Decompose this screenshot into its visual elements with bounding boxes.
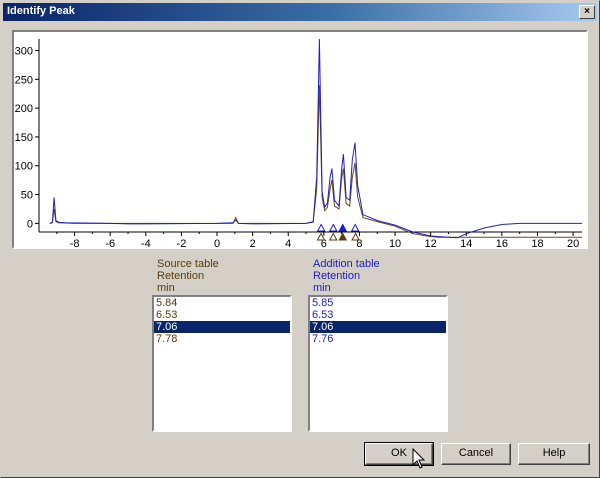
series-line — [49, 38, 582, 239]
addition-peak-marker — [338, 223, 348, 232]
x-tick-label: -4 — [141, 238, 151, 247]
y-tick-label: 100 — [15, 161, 33, 173]
identify-peak-dialog: Identify Peak × 0 50 100 150 200 250 300 -8 -6 -4… — [0, 0, 600, 478]
x-tick-label: 12 — [425, 238, 437, 247]
x-tick-label: 10 — [389, 238, 401, 247]
y-tick-label: 300 — [15, 46, 33, 58]
list-item[interactable]: 7.06 — [154, 321, 290, 333]
y-tick-label: 50 — [21, 190, 33, 202]
addition-unit-label: min — [313, 282, 331, 294]
series-line — [49, 85, 582, 238]
x-tick-label: 16 — [496, 238, 508, 247]
y-tick-label: 250 — [15, 74, 33, 86]
mouse-cursor-icon — [412, 448, 426, 469]
list-item[interactable]: 5.84 — [154, 297, 290, 309]
chromatogram-chart: 050100150200250300-8 -6 -4 -2 0 2 4 6 8 10 12 14 16 1… — [15, 38, 582, 247]
source-retention-list[interactable]: 5.84 6.53 7.06 7.78 — [152, 295, 292, 432]
x-tick-label: -2 — [177, 238, 187, 247]
y-tick-label: 200 — [15, 103, 33, 115]
x-tick-label: -6 — [105, 238, 115, 247]
source-unit-label: min — [157, 282, 175, 294]
list-item[interactable]: 7.78 — [154, 333, 290, 345]
source-retention-label: Retention — [157, 270, 205, 282]
addition-table-label: Addition table — [313, 258, 380, 270]
y-tick-label: 0 — [27, 218, 33, 230]
addition-retention-list[interactable]: 5.85 6.53 7.06 7.76 — [308, 295, 448, 432]
x-tick-label: -8 — [70, 238, 80, 247]
source-table-label: Source table — [157, 258, 219, 270]
addition-peak-marker — [350, 223, 360, 232]
addition-peak-marker — [328, 223, 338, 232]
help-button[interactable]: Help — [518, 443, 590, 465]
x-tick-label: 4 — [285, 238, 291, 247]
x-tick-label: 14 — [460, 238, 472, 247]
chromatogram-plot: 0 50 100 150 200 250 300 -8 -6 -4 -2 0 2 4 6 8 10 12 14 16 1… — [12, 30, 588, 249]
x-tick-label: 18 — [531, 238, 543, 247]
source-peak-marker — [328, 232, 338, 241]
list-item[interactable]: 7.76 — [310, 333, 446, 345]
addition-retention-label: Retention — [313, 270, 361, 282]
x-tick-label: 0 — [214, 238, 220, 247]
list-item[interactable]: 6.53 — [154, 309, 290, 321]
close-button[interactable]: × — [579, 5, 595, 19]
x-tick-label: 20 — [567, 238, 579, 247]
list-item[interactable]: 6.53 — [310, 309, 446, 321]
cancel-button[interactable]: Cancel — [441, 443, 511, 465]
x-tick-label: 2 — [250, 238, 256, 247]
window-title: Identify Peak — [7, 5, 75, 17]
title-bar[interactable]: Identify Peak × — [3, 3, 597, 21]
list-item[interactable]: 5.85 — [310, 297, 446, 309]
x-tick-label: 8 — [356, 238, 362, 247]
y-tick-label: 150 — [15, 132, 33, 144]
source-peak-marker — [338, 232, 348, 241]
list-item[interactable]: 7.06 — [310, 321, 446, 333]
addition-peak-marker — [316, 223, 326, 232]
